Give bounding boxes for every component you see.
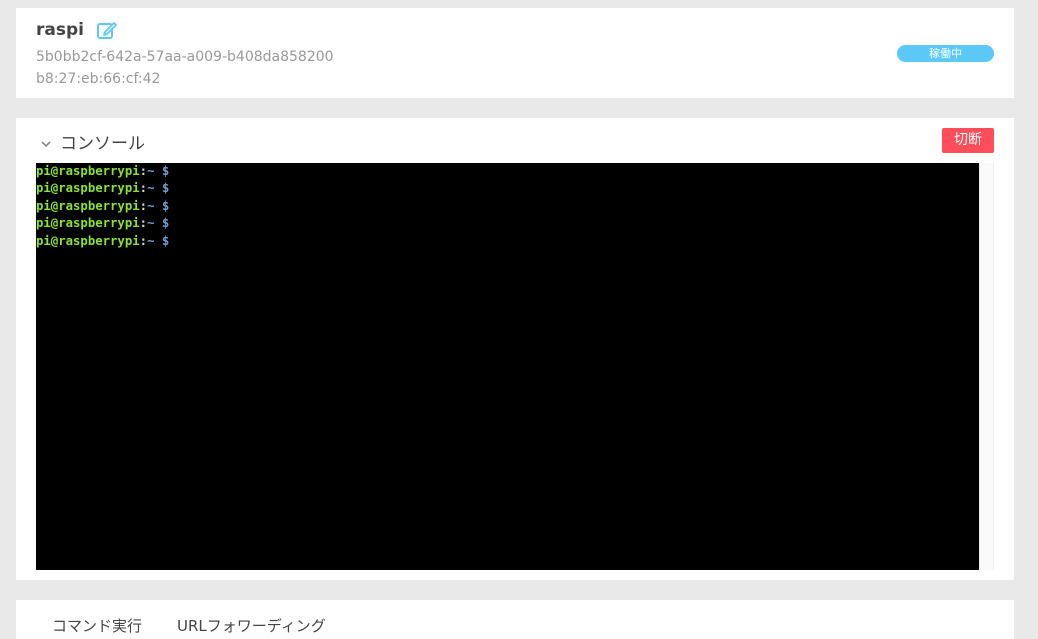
tabs-bar: コマンド実行 URLフォワーディング bbox=[16, 600, 1014, 639]
terminal-line: pi@raspberrypi:~ $ bbox=[36, 233, 170, 248]
terminal-line: pi@raspberrypi:~ $ bbox=[36, 181, 170, 196]
console-card: コンソール 切断 pi@raspberrypi:~ $ pi@raspberry… bbox=[16, 118, 1014, 580]
device-name: raspi bbox=[36, 20, 84, 40]
status-badge: 稼働中 bbox=[897, 45, 994, 62]
terminal-line: pi@raspberrypi:~ $ bbox=[36, 216, 170, 231]
device-card: raspi 5b0bb2cf-642a-57aa-a009-b408da8582… bbox=[16, 8, 1014, 98]
console-title: コンソール bbox=[60, 134, 145, 154]
device-id: 5b0bb2cf-642a-57aa-a009-b408da858200 bbox=[36, 49, 334, 65]
tab-url-forwarding[interactable]: URLフォワーディング bbox=[177, 615, 326, 636]
edit-icon[interactable] bbox=[96, 20, 118, 40]
device-mac-address: b8:27:eb:66:cf:42 bbox=[36, 71, 161, 87]
terminal[interactable]: pi@raspberrypi:~ $ pi@raspberrypi:~ $ pi… bbox=[36, 163, 979, 570]
chevron-down-icon[interactable] bbox=[40, 134, 52, 148]
terminal-scrollbar[interactable] bbox=[979, 163, 994, 570]
terminal-line: pi@raspberrypi:~ $ bbox=[36, 164, 170, 178]
terminal-line: pi@raspberrypi:~ $ bbox=[36, 198, 170, 213]
disconnect-button[interactable]: 切断 bbox=[942, 128, 994, 153]
tab-command-execution[interactable]: コマンド実行 bbox=[52, 615, 142, 636]
